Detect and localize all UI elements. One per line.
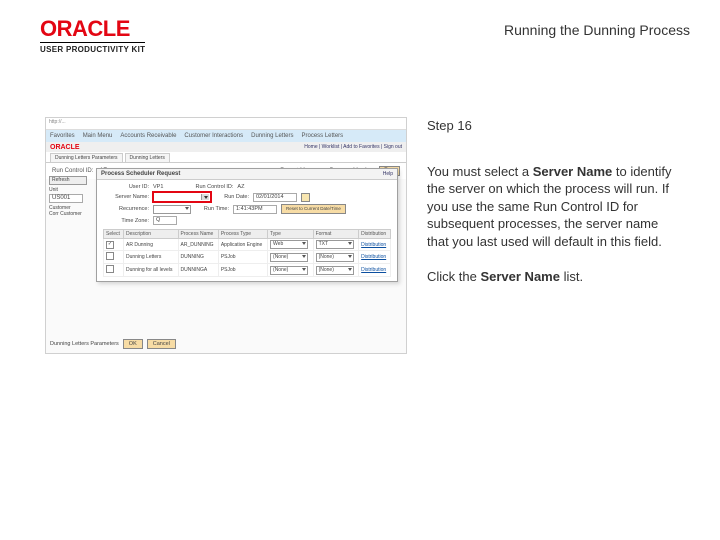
dialog-footer: Dunning Letters Parameters OK Cancel bbox=[50, 339, 176, 349]
browser-address-bar: http://... bbox=[46, 118, 406, 130]
cell-desc: Dunning for all levels bbox=[124, 264, 178, 277]
type-dropdown: Web bbox=[270, 240, 308, 249]
server-name-dropdown[interactable] bbox=[153, 192, 211, 202]
col-format: Format bbox=[313, 230, 359, 239]
app-screenshot: http://... Favorites Main Menu Accounts … bbox=[45, 117, 407, 354]
menu-item: Accounts Receivable bbox=[120, 133, 176, 139]
instr-bold: Server Name bbox=[480, 269, 560, 284]
cell-pname: DUNNINGA bbox=[178, 264, 218, 277]
chevron-down-icon bbox=[201, 194, 209, 200]
row-checkbox bbox=[106, 265, 114, 273]
cell-pname: DUNNING bbox=[178, 251, 218, 264]
cell-ptype: PSJob bbox=[218, 264, 267, 277]
app-oracle-logo: ORACLE bbox=[50, 144, 80, 151]
instr-bold: Server Name bbox=[533, 164, 613, 179]
table-row: Dunning for all levels DUNNINGA PSJob (N… bbox=[104, 264, 391, 277]
logo-divider: USER PRODUCTIVITY KIT bbox=[40, 42, 145, 54]
type-dropdown: (None) bbox=[270, 253, 308, 262]
sidebar-label: Unit bbox=[49, 187, 87, 193]
type-dropdown: (None) bbox=[270, 266, 308, 275]
cancel-button: Cancel bbox=[147, 339, 176, 349]
menu-item: Process Letters bbox=[301, 133, 343, 139]
menu-item: Customer Interactions bbox=[184, 133, 243, 139]
instruction-text: You must select a Server Name to identif… bbox=[427, 163, 677, 286]
app-top-bar: ORACLE Home | Worklist | Add to Favorite… bbox=[46, 142, 406, 152]
logo-block: ORACLE USER PRODUCTIVITY KIT bbox=[40, 18, 145, 54]
format-dropdown: TXT bbox=[316, 240, 354, 249]
distribution-link: Distribution bbox=[361, 254, 386, 260]
col-distribution: Distribution bbox=[359, 230, 391, 239]
dialog-title: Process Scheduler Request bbox=[101, 171, 180, 177]
col-select: Select bbox=[104, 230, 124, 239]
sidebar-label: Corr Customer bbox=[49, 211, 87, 217]
server-name-label: Server Name: bbox=[103, 194, 149, 200]
tab-dunning-letters: Dunning Letters bbox=[125, 153, 170, 162]
footer-label: Dunning Letters Parameters bbox=[50, 341, 119, 347]
col-description: Description bbox=[124, 230, 178, 239]
unit-field: US001 bbox=[49, 194, 83, 203]
cell-pname: AR_DUNNING bbox=[178, 239, 218, 251]
step-label: Step 16 bbox=[427, 117, 677, 135]
recurrence-dropdown bbox=[153, 205, 191, 214]
content-area: http://... Favorites Main Menu Accounts … bbox=[0, 62, 720, 354]
time-zone-label: Time Zone: bbox=[103, 218, 149, 224]
time-zone-value: Q bbox=[153, 216, 177, 225]
instr-text: Click the bbox=[427, 269, 480, 284]
col-type: Type bbox=[268, 230, 314, 239]
left-sidebar: Refresh Unit US001 Customer Corr Custome… bbox=[49, 176, 87, 217]
menu-item: Favorites bbox=[50, 133, 75, 139]
calendar-icon bbox=[301, 193, 310, 202]
cell-ptype: PSJob bbox=[218, 251, 267, 264]
process-list-table: Select Description Process Name Process … bbox=[103, 229, 391, 277]
instruction-column: Step 16 You must select a Server Name to… bbox=[427, 117, 677, 354]
format-dropdown: (None) bbox=[316, 253, 354, 262]
run-date-value: 02/01/2014 bbox=[253, 193, 297, 202]
cell-desc: AR Dunning bbox=[124, 239, 178, 251]
table-row: AR Dunning AR_DUNNING Application Engine… bbox=[104, 239, 391, 251]
run-control-value2: AZ bbox=[237, 184, 244, 190]
col-process-name: Process Name bbox=[178, 230, 218, 239]
header: ORACLE USER PRODUCTIVITY KIT Running the… bbox=[0, 0, 720, 62]
instr-text: list. bbox=[560, 269, 583, 284]
row-checkbox bbox=[106, 252, 114, 260]
user-id-value: VP1 bbox=[153, 184, 163, 190]
screenshot-column: http://... Favorites Main Menu Accounts … bbox=[45, 117, 405, 354]
format-dropdown: (None) bbox=[316, 266, 354, 275]
run-control-label: Run Control ID: bbox=[52, 168, 93, 174]
row-checkbox bbox=[106, 241, 114, 249]
page-title: Running the Dunning Process bbox=[504, 22, 690, 38]
col-process-type: Process Type bbox=[218, 230, 267, 239]
breadcrumb-menu: Favorites Main Menu Accounts Receivable … bbox=[46, 130, 406, 142]
ok-button: OK bbox=[123, 339, 143, 349]
menu-item: Main Menu bbox=[83, 133, 113, 139]
menu-item: Dunning Letters bbox=[251, 133, 293, 139]
run-control-label2: Run Control ID: bbox=[187, 184, 233, 190]
recurrence-label: Recurrence: bbox=[103, 206, 149, 212]
distribution-link: Distribution bbox=[361, 267, 386, 273]
run-time-label: Run Time: bbox=[195, 206, 229, 212]
process-scheduler-dialog: Process Scheduler Request Help User ID: … bbox=[96, 168, 398, 282]
oracle-logo: ORACLE bbox=[40, 18, 145, 40]
user-id-label: User ID: bbox=[103, 184, 149, 190]
reset-datetime-button: Reset to Current Date/Time bbox=[281, 204, 346, 214]
cell-desc: Dunning Letters bbox=[124, 251, 178, 264]
page-tabs: Dunning Letters Parameters Dunning Lette… bbox=[46, 152, 406, 163]
top-bar-links: Home | Worklist | Add to Favorites | Sig… bbox=[304, 144, 402, 150]
logo-subtitle: USER PRODUCTIVITY KIT bbox=[40, 45, 145, 54]
instr-text: You must select a bbox=[427, 164, 533, 179]
refresh-button: Refresh bbox=[49, 176, 87, 185]
run-date-label: Run Date: bbox=[215, 194, 249, 200]
distribution-link: Distribution bbox=[361, 242, 386, 248]
tab-dunning-parameters: Dunning Letters Parameters bbox=[50, 153, 123, 162]
table-row: Dunning Letters DUNNING PSJob (None) (No… bbox=[104, 251, 391, 264]
dialog-help-link: Help bbox=[383, 171, 393, 177]
run-time-value: 1:41:43PM bbox=[233, 205, 277, 214]
dialog-header: Process Scheduler Request Help bbox=[97, 169, 397, 180]
cell-ptype: Application Engine bbox=[218, 239, 267, 251]
